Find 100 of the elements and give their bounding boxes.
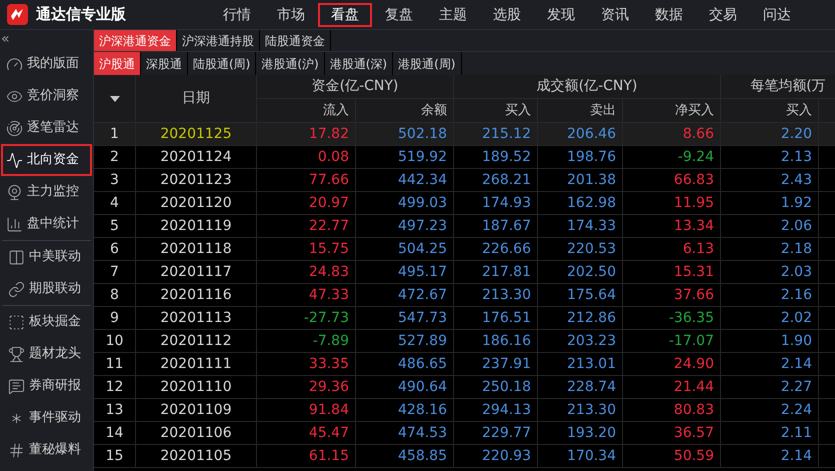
sell-cell-text: 220.53	[567, 240, 616, 258]
nav-tab[interactable]: 看盘	[318, 2, 372, 26]
radar-icon	[6, 120, 23, 136]
subtab[interactable]: 沪股通	[94, 52, 141, 75]
net-buy-cell-text: 80.83	[674, 400, 714, 420]
date-cell-text: 20201119	[160, 216, 232, 236]
nav-tab[interactable]: 交易	[696, 2, 750, 26]
tab[interactable]: 沪深港通持股	[177, 30, 260, 51]
sidebar-item[interactable]: 董秘爆料	[3, 434, 90, 466]
inflow-cell-text: 24.83	[308, 262, 349, 282]
sidebar-item[interactable]: 板块掘金	[3, 306, 90, 338]
buy-cell-text: 226.66	[482, 240, 531, 258]
sidebar-item[interactable]: 竞价洞察	[1, 80, 92, 112]
sell-cell-text: 193.20	[567, 424, 616, 442]
column-header[interactable]: 余额	[421, 100, 447, 120]
nav-tab[interactable]: 资讯	[588, 2, 642, 26]
average-buy-cell-text: 1.90	[780, 332, 812, 350]
net-buy-cell-text: 15.31	[674, 262, 714, 282]
nav-tab[interactable]: 发现	[534, 2, 588, 26]
sidebar-item[interactable]: 事件驱动	[3, 402, 90, 434]
pulse-icon	[6, 152, 23, 168]
sidebar-item[interactable]: 逐笔雷达	[1, 112, 92, 144]
average-buy-cell-text: 2.11	[780, 424, 812, 442]
date-cell-text: 20201109	[160, 400, 232, 420]
sort-caret-icon[interactable]	[110, 96, 120, 102]
table-row[interactable]: 7 20201117 24.83 495.17 217.81 202.50 15.31 2.03	[94, 261, 835, 284]
net-buy-cell-text: 50.59	[674, 446, 714, 466]
sell-cell-text: 170.34	[567, 446, 616, 466]
buy-cell-text: 186.16	[482, 332, 531, 350]
row-number: 14	[106, 424, 124, 442]
sidebar-item[interactable]: 我的版面	[1, 48, 92, 80]
average-buy-cell-text: 2.02	[780, 308, 812, 328]
date-cell-text: 20201106	[160, 424, 232, 442]
collapse-button[interactable]: «	[1, 30, 19, 48]
net-buy-cell-text: 36.57	[674, 424, 714, 442]
table-row[interactable]: 8 20201116 47.33 472.67 213.30 175.64 37.66 2.16	[94, 284, 835, 307]
nav-tab[interactable]: 主题	[426, 2, 480, 26]
row-number: 15	[106, 446, 124, 466]
link-icon	[8, 280, 25, 298]
table-row[interactable]: 4 20201120 20.97 499.03 174.93 162.98 11.95 1.92	[94, 192, 835, 215]
sidebar-item[interactable]: 期股联动	[3, 273, 90, 305]
sidebar-item[interactable]: 中美联动	[3, 241, 90, 273]
sidebar-item[interactable]: 北向资金	[1, 144, 92, 176]
table-row[interactable]: 12 20201110 29.36 490.64 250.18 228.74 21.44 2.27	[94, 376, 835, 399]
column-group-header: 每笔均额(万	[749, 77, 826, 96]
table-row[interactable]: 6 20201118 15.75 504.25 226.66 220.53 6.13 2.18	[94, 238, 835, 261]
column-header[interactable]: 日期	[182, 88, 210, 109]
net-buy-cell-text: -17.07	[668, 332, 714, 350]
column-header[interactable]: 卖出	[590, 100, 616, 120]
table-row[interactable]: 13 20201109 91.84 428.16 294.13 213.30 80.83 2.24	[94, 399, 835, 422]
sell-cell-text: 212.86	[567, 308, 616, 328]
nav-tab[interactable]: 行情	[210, 2, 264, 26]
column-header[interactable]: 买入	[505, 100, 531, 120]
table-row[interactable]: 15 20201105 61.15 458.85 220.93 170.34 50.59 2.14	[94, 445, 835, 468]
table-row[interactable]: 1 20201125 17.82 502.18 215.12 206.46 8.66 2.20	[94, 123, 835, 146]
balance-cell-text: 486.65	[398, 354, 447, 374]
inflow-cell-text: 91.84	[308, 400, 349, 420]
tab[interactable]: 沪深港通资金	[94, 30, 177, 51]
inflow-cell-text: 20.97	[308, 194, 349, 212]
table-row[interactable]: 10 20201112 -7.89 527.89 186.16 203.23 -17.07 1.90	[94, 330, 835, 353]
net-buy-cell-text: 8.66	[682, 124, 714, 144]
column-group-header: 成交额(亿-CNY)	[536, 77, 638, 96]
sidebar-item[interactable]: 盘中统计	[1, 208, 92, 240]
sidebar-item[interactable]: 主力监控	[1, 176, 92, 208]
inflow-cell-text: -27.73	[304, 308, 349, 328]
inflow-cell-text: 22.77	[308, 216, 349, 236]
date-cell-text: 20201113	[160, 308, 232, 328]
table-row[interactable]: 2 20201124 0.08 519.92 189.52 198.76 -9.24 2.13	[94, 146, 835, 169]
date-cell-text: 20201123	[160, 170, 232, 190]
net-buy-cell-text: 11.95	[674, 194, 714, 212]
tab[interactable]: 陆股通资金	[260, 30, 331, 51]
sidebar-item[interactable]: 券商研报	[3, 370, 90, 402]
nav-tab[interactable]: 复盘	[372, 2, 426, 26]
sidebar-item[interactable]: 题材龙头	[3, 338, 90, 370]
buy-cell-text: 213.30	[482, 286, 531, 304]
buy-cell-text: 187.67	[482, 216, 531, 236]
inflow-cell-text: 17.82	[308, 124, 349, 144]
net-buy-cell-text: 13.34	[674, 216, 714, 236]
row-number: 8	[110, 286, 119, 304]
column-header[interactable]: 流入	[323, 100, 349, 120]
table-row[interactable]: 14 20201106 45.47 474.53 229.77 193.20 36.57 2.11	[94, 422, 835, 445]
nav-tab[interactable]: 数据	[642, 2, 696, 26]
nav-tab[interactable]: 选股	[480, 2, 534, 26]
average-buy-cell-text: 2.43	[780, 170, 812, 190]
table-row[interactable]: 3 20201123 77.66 442.34 268.21 201.38 66.83 2.43	[94, 169, 835, 192]
nav-tab[interactable]: 市场	[264, 2, 318, 26]
balance-cell-text: 527.89	[398, 332, 447, 350]
column-header[interactable]: 买入	[786, 100, 812, 120]
sell-cell-text: 228.74	[567, 378, 616, 396]
date-cell-text: 20201125	[160, 124, 232, 144]
column-header[interactable]: 净买入	[675, 100, 714, 120]
net-buy-cell-text: 6.13	[682, 240, 714, 258]
table-row[interactable]: 5 20201119 22.77 497.23 187.67 174.33 13.34 2.06	[94, 215, 835, 238]
table-row[interactable]: 11 20201111 33.35 486.65 237.91 213.01 24.90 2.14	[94, 353, 835, 376]
buy-cell-text: 174.93	[482, 194, 531, 212]
buy-cell-text: 229.77	[482, 424, 531, 442]
balance-cell-text: 458.85	[398, 446, 447, 466]
table-row[interactable]: 9 20201113 -27.73 547.73 176.51 212.86 -36.35 2.02	[94, 307, 835, 330]
nav-tab[interactable]: 问达	[750, 2, 804, 26]
sell-cell-text: 206.46	[567, 124, 616, 144]
